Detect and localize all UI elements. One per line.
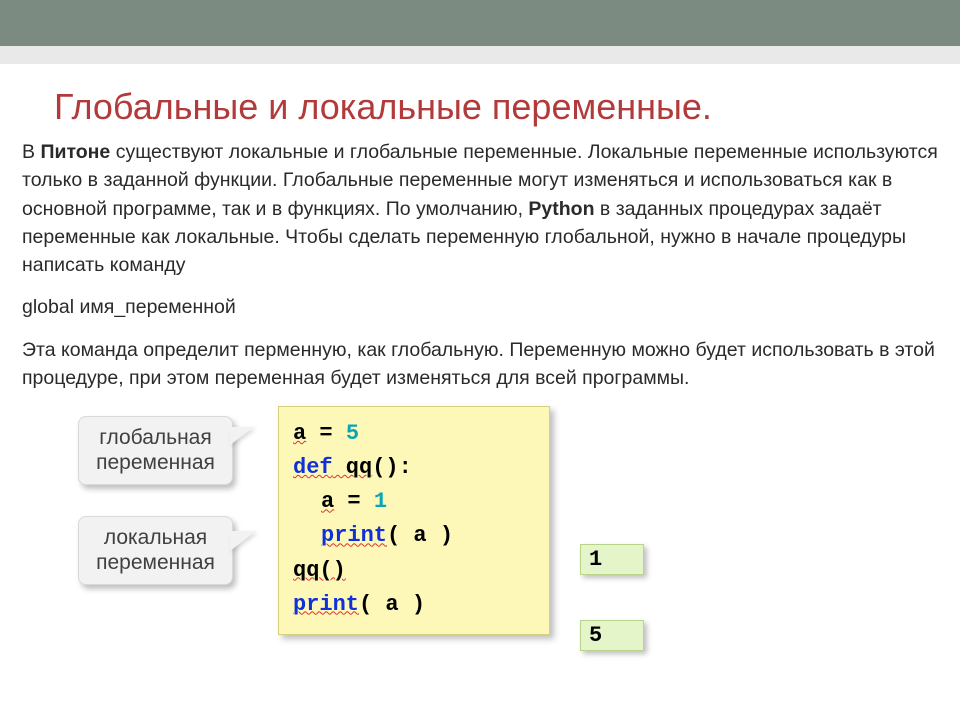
code-builtin-print: print — [321, 523, 387, 548]
code-line: a = 5 — [293, 417, 535, 451]
label-line: переменная — [96, 451, 215, 474]
code-number: 5 — [346, 421, 359, 446]
code-line: print( a ) — [293, 519, 535, 553]
label-line: локальная — [104, 526, 207, 549]
text: В — [22, 141, 40, 163]
label-line: глобальная — [99, 426, 211, 449]
under-bar — [0, 46, 960, 64]
label-global-variable: глобальная переменная — [78, 416, 233, 484]
code-func-name: qq — [333, 455, 373, 480]
code-var: a — [321, 489, 334, 514]
code-op: = — [334, 489, 374, 514]
slide-content: Глобальные и локальные переменные. В Пит… — [0, 86, 960, 686]
code-line: qq() — [293, 554, 535, 588]
code-text: ( a ) — [359, 592, 425, 617]
label-local-variable: локальная переменная — [78, 516, 233, 584]
bold-python-ru: Питоне — [40, 141, 110, 163]
code-keyword-def: def — [293, 455, 333, 480]
paragraph-global-cmd: global имя_переменной — [22, 293, 938, 321]
code-number: 1 — [374, 489, 387, 514]
code-block: a = 5 def qq(): a = 1 print( a ) qq() pr… — [278, 406, 550, 635]
code-var: a — [293, 421, 306, 446]
code-op: = — [306, 421, 346, 446]
top-bar — [0, 0, 960, 46]
code-call: qq() — [293, 558, 346, 583]
code-line: a = 1 — [293, 485, 535, 519]
output-value-2: 5 — [580, 620, 644, 651]
code-builtin-print: print — [293, 592, 359, 617]
code-line: def qq(): — [293, 451, 535, 485]
code-text: ( a ) — [387, 523, 453, 548]
bold-python-en: Python — [528, 198, 594, 220]
code-text: (): — [372, 455, 412, 480]
label-line: переменная — [96, 551, 215, 574]
paragraph-1: В Питоне существуют локальные и глобальн… — [22, 138, 938, 279]
paragraph-3: Эта команда определит перменную, как гло… — [22, 336, 938, 393]
output-value-1: 1 — [580, 544, 644, 575]
slide-title: Глобальные и локальные переменные. — [54, 86, 940, 128]
code-line: print( a ) — [293, 588, 535, 622]
figure: глобальная переменная локальная переменн… — [20, 406, 940, 686]
